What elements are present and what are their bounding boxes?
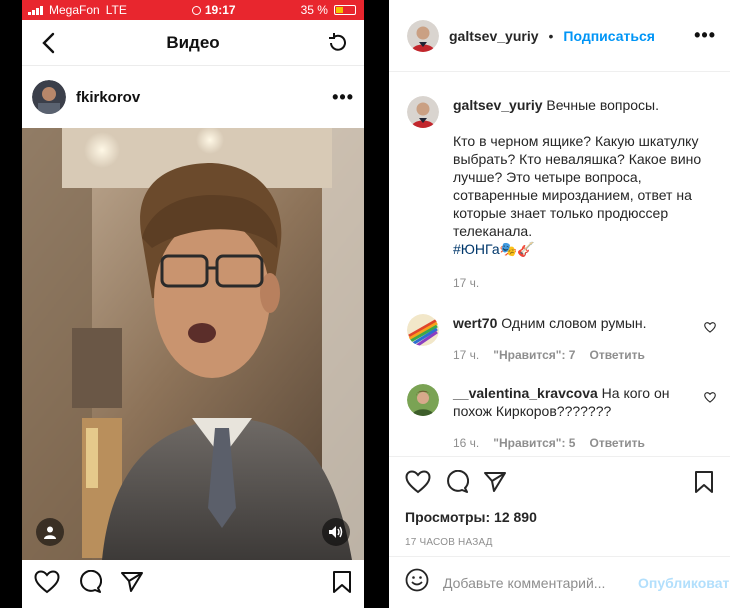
posted-ago[interactable]: 17 ЧАСОВ НАЗАД: [405, 537, 714, 548]
send-icon: [121, 571, 143, 592]
comment-icon: [447, 469, 470, 493]
heart-icon: [704, 392, 716, 403]
network-label: LTE: [105, 3, 127, 17]
comment-like-button[interactable]: [704, 320, 716, 338]
heart-icon: [704, 322, 716, 333]
save-button[interactable]: [332, 570, 352, 599]
comment-button[interactable]: [445, 469, 470, 499]
alarm-icon: [191, 5, 201, 15]
follow-button[interactable]: Подписаться: [563, 28, 655, 44]
comments-list[interactable]: galtsev_yuriy Вечные вопросы. Кто в черн…: [389, 72, 730, 456]
caption-time[interactable]: 17 ч.: [453, 274, 479, 292]
reply-button[interactable]: Ответить: [589, 434, 644, 452]
status-bar: MegaFon LTE 19:17 35 %: [22, 0, 364, 20]
heart-icon: [34, 569, 60, 593]
like-button[interactable]: [34, 569, 60, 599]
comment-item: __valentina_kravcova На кого он похож Ки…: [407, 384, 716, 452]
caption-text: Кто в черном ящике? Какую шкатулку выбра…: [453, 133, 702, 239]
bookmark-icon: [333, 570, 351, 593]
smiley-icon: [405, 568, 429, 592]
battery-percent: 35 %: [300, 3, 328, 17]
avatar[interactable]: [32, 80, 66, 114]
share-button[interactable]: [120, 571, 144, 598]
refresh-button[interactable]: [324, 29, 352, 57]
send-icon: [484, 471, 506, 492]
refresh-icon: [328, 32, 346, 51]
comment-button[interactable]: [78, 569, 103, 599]
add-comment-bar: Опубликовать: [389, 556, 730, 608]
screen: MegaFon LTE 19:17 35 % Видео fkirkorov •…: [0, 0, 730, 608]
speaker-icon: [329, 526, 343, 538]
carrier-label: MegaFon: [49, 3, 100, 17]
battery-icon: [333, 5, 356, 15]
video-frame: [22, 128, 364, 560]
comment-likes[interactable]: "Нравится": 7: [493, 346, 575, 364]
video-player[interactable]: [22, 128, 364, 560]
panel-header: galtsev_yuriy • Подписаться •••: [389, 0, 730, 72]
emoji-button[interactable]: [405, 568, 429, 597]
hashtag-link[interactable]: #ЮНГа: [453, 241, 500, 257]
author-avatar[interactable]: [407, 19, 439, 52]
header-separator: •: [548, 27, 554, 44]
share-button[interactable]: [483, 471, 507, 498]
caption: galtsev_yuriy Вечные вопросы. Кто в черн…: [407, 96, 716, 292]
post-detail-panel: galtsev_yuriy • Подписаться ••• galtsev_…: [389, 0, 730, 608]
top-nav: Видео: [22, 20, 364, 66]
comment-input[interactable]: [443, 574, 624, 591]
comment-text: Одним словом румын.: [501, 315, 647, 331]
comment-time[interactable]: 17 ч.: [453, 346, 479, 364]
person-icon: [44, 526, 56, 539]
panel-actions: Просмотры: 12 890 17 ЧАСОВ НАЗАД: [389, 456, 730, 548]
mute-button[interactable]: [322, 518, 350, 546]
chevron-left-icon: [42, 32, 55, 53]
caption-username[interactable]: galtsev_yuriy: [453, 97, 543, 113]
comment-username[interactable]: __valentina_kravcova: [453, 385, 598, 401]
comment-avatar[interactable]: [407, 384, 439, 416]
bookmark-icon: [695, 470, 713, 493]
reply-button[interactable]: Ответить: [589, 346, 644, 364]
heart-icon: [405, 469, 431, 493]
comment-item: wert70 Одним словом румын. 17 ч. "Нравит…: [407, 314, 716, 364]
page-title: Видео: [166, 32, 220, 52]
comment-like-button[interactable]: [704, 390, 716, 408]
comment-avatar[interactable]: [407, 314, 439, 346]
caption-emoji: 🎭🎸: [499, 241, 535, 257]
signal-icon: [28, 5, 43, 15]
caption-avatar[interactable]: [407, 96, 439, 128]
comment-icon: [80, 569, 103, 593]
more-options-button[interactable]: •••: [332, 87, 354, 108]
like-button[interactable]: [405, 469, 431, 499]
back-button[interactable]: [34, 29, 62, 57]
views-count[interactable]: Просмотры: 12 890: [405, 509, 714, 525]
publish-button[interactable]: Опубликовать: [638, 575, 730, 591]
comment-username[interactable]: wert70: [453, 315, 497, 331]
header-username[interactable]: galtsev_yuriy: [449, 28, 539, 44]
save-button[interactable]: [694, 470, 714, 499]
comment-time[interactable]: 16 ч.: [453, 434, 479, 452]
caption-first-line: Вечные вопросы.: [546, 97, 659, 113]
comment-likes[interactable]: "Нравится": 5: [493, 434, 575, 452]
post-header: fkirkorov •••: [22, 66, 364, 128]
post-username[interactable]: fkirkorov: [76, 89, 322, 106]
tag-people-button[interactable]: [36, 518, 64, 546]
header-more-button[interactable]: •••: [694, 25, 716, 46]
post-actions: [22, 560, 364, 608]
time-label: 19:17: [204, 3, 236, 17]
phone-screenshot: MegaFon LTE 19:17 35 % Видео fkirkorov •…: [22, 0, 364, 608]
